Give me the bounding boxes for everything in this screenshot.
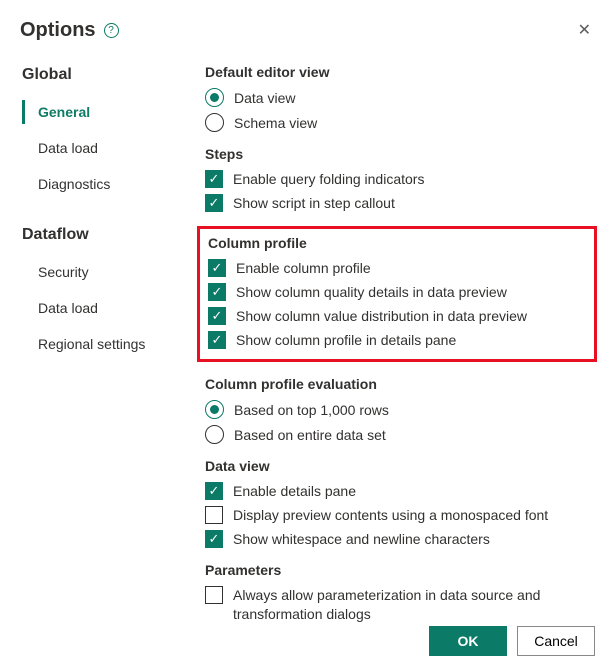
dialog-header: Options ? ✕ [20,16,595,44]
section-data-view: Data view ✓ Enable details pane Display … [205,458,595,548]
check-label: Show column quality details in data prev… [236,284,507,300]
radio-label: Based on top 1,000 rows [234,402,389,418]
section-title-parameters: Parameters [205,562,595,578]
nav-data-load-dataflow[interactable]: Data load [20,290,175,326]
section-title-steps: Steps [205,146,595,162]
section-title-data-view: Data view [205,458,595,474]
checkbox-icon [205,586,223,604]
radio-entire-dataset[interactable]: Based on entire data set [205,425,595,444]
checkbox-icon: ✓ [208,283,226,301]
checkbox-icon: ✓ [205,194,223,212]
dialog-footer: OK Cancel [429,626,595,656]
check-label: Always allow parameterization in data so… [233,586,595,624]
check-script[interactable]: ✓ Show script in step callout [205,194,595,212]
checkbox-icon: ✓ [208,331,226,349]
checkbox-icon: ✓ [205,530,223,548]
radio-icon [205,113,224,132]
radio-icon [205,425,224,444]
check-details-pane[interactable]: ✓ Enable details pane [205,482,595,500]
check-enable-column-profile[interactable]: ✓ Enable column profile [208,259,586,277]
radio-label: Schema view [234,115,317,131]
nav-regional-settings[interactable]: Regional settings [20,326,175,362]
header-left: Options ? [20,19,119,42]
check-label: Enable column profile [236,260,371,276]
options-dialog: Options ? ✕ Global General Data load Dia… [0,0,615,654]
nav-data-load-global[interactable]: Data load [20,130,175,166]
section-title-editor-view: Default editor view [205,64,595,80]
section-title-column-profile: Column profile [208,235,586,251]
dialog-title: Options [20,19,96,42]
radio-icon [205,400,224,419]
close-icon[interactable]: ✕ [574,16,595,44]
checkbox-icon: ✓ [205,170,223,188]
radio-label: Data view [234,90,295,106]
section-editor-view: Default editor view Data view Schema vie… [205,64,595,132]
radio-label: Based on entire data set [234,427,386,443]
check-parameterization[interactable]: Always allow parameterization in data so… [205,586,595,624]
check-column-quality[interactable]: ✓ Show column quality details in data pr… [208,283,586,301]
ok-button[interactable]: OK [429,626,507,656]
radio-icon [205,88,224,107]
sidebar-group-global: Global [22,66,175,84]
check-whitespace[interactable]: ✓ Show whitespace and newline characters [205,530,595,548]
check-label: Show column value distribution in data p… [236,308,527,324]
nav-general[interactable]: General [20,94,175,130]
checkbox-icon: ✓ [208,259,226,277]
check-label: Show script in step callout [233,195,395,211]
radio-data-view[interactable]: Data view [205,88,595,107]
check-folding[interactable]: ✓ Enable query folding indicators [205,170,595,188]
section-column-eval: Column profile evaluation Based on top 1… [205,376,595,444]
cancel-button[interactable]: Cancel [517,626,595,656]
check-label: Enable details pane [233,483,356,499]
checkbox-icon [205,506,223,524]
radio-top-1000[interactable]: Based on top 1,000 rows [205,400,595,419]
check-column-distribution[interactable]: ✓ Show column value distribution in data… [208,307,586,325]
sidebar-group-dataflow: Dataflow [22,226,175,244]
check-label: Show column profile in details pane [236,332,456,348]
check-label: Enable query folding indicators [233,171,424,187]
check-label: Show whitespace and newline characters [233,531,490,547]
help-icon[interactable]: ? [104,23,119,38]
nav-security[interactable]: Security [20,254,175,290]
check-monospaced[interactable]: Display preview contents using a monospa… [205,506,595,524]
check-label: Display preview contents using a monospa… [233,507,548,523]
sidebar: Global General Data load Diagnostics Dat… [20,62,175,638]
section-title-column-eval: Column profile evaluation [205,376,595,392]
checkbox-icon: ✓ [208,307,226,325]
dialog-body: Global General Data load Diagnostics Dat… [20,62,595,638]
section-steps: Steps ✓ Enable query folding indicators … [205,146,595,212]
section-parameters: Parameters Always allow parameterization… [205,562,595,624]
radio-schema-view[interactable]: Schema view [205,113,595,132]
highlight-column-profile: Column profile ✓ Enable column profile ✓… [197,226,597,362]
checkbox-icon: ✓ [205,482,223,500]
check-column-details-pane[interactable]: ✓ Show column profile in details pane [208,331,586,349]
nav-diagnostics[interactable]: Diagnostics [20,166,175,202]
content-pane: Default editor view Data view Schema vie… [205,62,595,638]
